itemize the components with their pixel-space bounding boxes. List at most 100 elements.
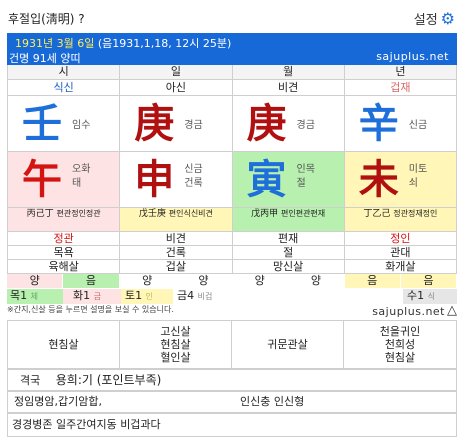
sinsal-col-day: 고신살 현침살 혈인살 xyxy=(120,321,232,368)
sinsal-item[interactable]: 귀문관살 xyxy=(232,338,343,351)
yinyang-cell: 음 xyxy=(63,274,120,288)
hidden-stem-sipsin: 편관정인정관 xyxy=(56,209,101,218)
stem-char: 壬 xyxy=(22,100,62,147)
sinsal-item[interactable]: 혈인살 xyxy=(120,351,231,364)
stem-char: 庚 xyxy=(246,100,287,147)
hidden-stem-chars: 丙己丁 xyxy=(26,209,54,219)
earthly-branches-row: 午 오화 태 申 신금 건록 寅 인목 절 未 미토 쇠 xyxy=(7,152,457,208)
branch-char: 未 xyxy=(358,156,399,203)
element-earth[interactable]: 토1 인 xyxy=(121,289,173,304)
branch-unseong: 절 xyxy=(296,178,306,189)
yinyang-cell: 양 xyxy=(7,274,64,288)
hap-left[interactable]: 정임명암,갑기암합, xyxy=(14,395,102,408)
stem-hour[interactable]: 壬 임수 xyxy=(8,96,121,152)
stem-label: 경금 xyxy=(184,120,203,131)
hidden-year[interactable]: 丁乙己 정관정재정인 xyxy=(344,208,457,232)
unseong-row: 목욕 건록 절 관대 xyxy=(7,246,457,260)
sipsin-hour[interactable]: 식신 xyxy=(8,80,121,96)
yinyang-cell: 양 xyxy=(288,274,345,288)
branch-month[interactable]: 寅 인목 절 xyxy=(232,152,345,208)
sinsal-item[interactable]: 현침살 xyxy=(344,351,456,364)
sinsal-year[interactable]: 화개살 xyxy=(344,260,457,274)
sinsal-item[interactable]: 현침살 xyxy=(120,338,231,351)
hidden-stems-row: 丙己丁 편관정인정관 戊壬庚 편인식신비견 戊丙甲 편인편관편재 丁乙己 정관정… xyxy=(7,208,457,232)
branch-unseong: 태 xyxy=(72,178,82,189)
settings-button[interactable]: 설정 ⚙ xyxy=(414,9,455,28)
five-elements-row: 목1 체 화1 금 토1 인 금4 비겁 수1 식 xyxy=(7,289,457,304)
sipsin-month[interactable]: 비견 xyxy=(232,80,345,96)
element-fire[interactable]: 화1 금 xyxy=(63,289,121,304)
yinyang-cell: 음 xyxy=(400,274,457,288)
header-year: 년 xyxy=(344,65,457,80)
hap-right[interactable]: 인신충 인신형 xyxy=(240,392,304,412)
element-mark: 금 xyxy=(93,292,101,301)
sipsin-bottom-day[interactable]: 비견 xyxy=(120,232,233,246)
element-mark: 인 xyxy=(145,292,153,301)
unseong-hour[interactable]: 목욕 xyxy=(8,246,121,260)
site-link-footer[interactable]: sajuplus.net xyxy=(372,305,445,318)
stem-day[interactable]: 庚 경금 xyxy=(120,96,233,152)
sipsin-bottom-month[interactable]: 편재 xyxy=(232,232,345,246)
element-wood[interactable]: 목1 체 xyxy=(7,289,63,304)
branch-hour[interactable]: 午 오화 태 xyxy=(8,152,121,208)
sinsal-item[interactable]: 고신살 xyxy=(120,325,231,338)
element-mark: 식 xyxy=(427,292,435,301)
branch-char: 寅 xyxy=(246,156,287,203)
stem-label: 신금 xyxy=(408,120,428,131)
yinyang-row: 양 음 양 양 양 양 음 음 xyxy=(7,274,457,288)
header-hour: 시 xyxy=(8,65,121,80)
sinsal-item[interactable]: 천을귀인 xyxy=(344,325,456,338)
sinsal-day[interactable]: 겁살 xyxy=(120,260,233,274)
sinsal-item[interactable]: 천희성 xyxy=(344,338,456,351)
branch-year[interactable]: 未 미토 쇠 xyxy=(344,152,457,208)
branch-unseong: 쇠 xyxy=(408,178,418,189)
element-name: 토1 xyxy=(125,289,143,302)
stem-char: 辛 xyxy=(358,100,399,147)
unseong-year[interactable]: 관대 xyxy=(344,246,457,260)
element-name: 목1 xyxy=(10,289,28,302)
branch-label: 오화 xyxy=(72,164,91,175)
birth-info-banner: 1931년 3월 6일 (음1931,1,18, 12시 25분) 건명 91세… xyxy=(7,33,457,65)
sipsin-day[interactable]: 아신 xyxy=(120,80,233,96)
element-name: 금4 xyxy=(177,289,195,302)
sipsin-bottom-year[interactable]: 정인 xyxy=(344,232,457,246)
stem-char: 庚 xyxy=(134,100,175,147)
branch-unseong: 건록 xyxy=(184,178,203,189)
gyeokguk-value[interactable]: 용희:기 (포인트부족) xyxy=(56,373,162,387)
birth-date-solar: 1931년 3월 6일 xyxy=(15,37,95,50)
sipsin-year[interactable]: 겁재 xyxy=(344,80,457,96)
pillar-headers: 시 일 월 년 xyxy=(7,65,457,80)
hidden-stem-sipsin: 정관정재정인 xyxy=(393,209,438,218)
branch-char: 午 xyxy=(22,156,62,203)
sinsal-box: 현침살 고신살 현침살 혈인살 귀문관살 천을귀인 천희성 현침살 xyxy=(7,320,457,369)
gyeokguk-label: 격국 xyxy=(20,374,41,387)
branch-day[interactable]: 申 신금 건록 xyxy=(120,152,233,208)
sinsal-item[interactable]: 현침살 xyxy=(8,338,119,351)
yinyang-cell: 음 xyxy=(344,274,401,288)
hidden-stem-sipsin: 편인편관편재 xyxy=(280,209,326,218)
yinyang-cell: 양 xyxy=(119,274,176,288)
sinsal-col-hour: 현침살 xyxy=(8,321,120,368)
stem-label: 경금 xyxy=(296,120,315,131)
unseong-month[interactable]: 절 xyxy=(232,246,345,260)
hidden-stem-chars: 戊丙甲 xyxy=(251,209,279,219)
collapse-triangle-icon[interactable]: △ xyxy=(447,303,457,318)
sipsin-bottom-hour[interactable]: 정관 xyxy=(8,232,121,246)
hidden-month[interactable]: 戊丙甲 편인편관편재 xyxy=(232,208,345,232)
element-name: 화1 xyxy=(73,289,91,302)
sinsal-month[interactable]: 망신살 xyxy=(232,260,345,274)
site-link[interactable]: sajuplus.net xyxy=(376,50,449,63)
element-water[interactable]: 수1 식 xyxy=(403,289,457,304)
stem-year[interactable]: 辛 신금 xyxy=(344,96,457,152)
hidden-hour[interactable]: 丙己丁 편관정인정관 xyxy=(8,208,121,232)
unseong-day[interactable]: 건록 xyxy=(120,246,233,260)
sinsal-col-year: 천을귀인 천희성 현침살 xyxy=(344,321,456,368)
stem-month[interactable]: 庚 경금 xyxy=(232,96,345,152)
hidden-stem-chars: 戊壬庚 xyxy=(138,209,166,219)
sinsal-hour[interactable]: 육해살 xyxy=(8,260,121,274)
sinsal-col-month: 귀문관살 xyxy=(232,321,344,368)
sipsin-bottom-row: 정관 비견 편재 정인 xyxy=(7,232,457,246)
element-metal[interactable]: 금4 비겁 xyxy=(173,289,403,304)
yinyang-cell: 양 xyxy=(232,274,289,288)
hidden-day[interactable]: 戊壬庚 편인식신비견 xyxy=(120,208,233,232)
